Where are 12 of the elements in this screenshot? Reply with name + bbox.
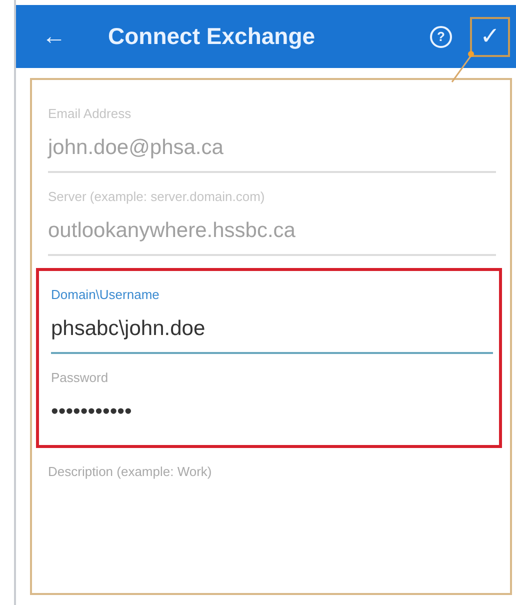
input-field[interactable]: phsabc\john.doe — [51, 312, 493, 354]
field-label: Server (example: server.domain.com) — [48, 188, 266, 206]
field-label: Email Address — [48, 105, 132, 123]
field-label: Domain\Username — [51, 286, 160, 304]
back-button[interactable]: ← — [42, 24, 66, 48]
confirm-button[interactable]: ✓ — [470, 16, 510, 56]
input-field[interactable]: ••••••••••• — [51, 396, 493, 437]
help-button[interactable]: ? — [430, 26, 452, 48]
leader-line — [451, 51, 474, 82]
field-label: Password — [51, 369, 110, 387]
screen-title: Connect Exchange — [108, 22, 316, 52]
field-label: Description (example: Work) — [48, 463, 213, 481]
